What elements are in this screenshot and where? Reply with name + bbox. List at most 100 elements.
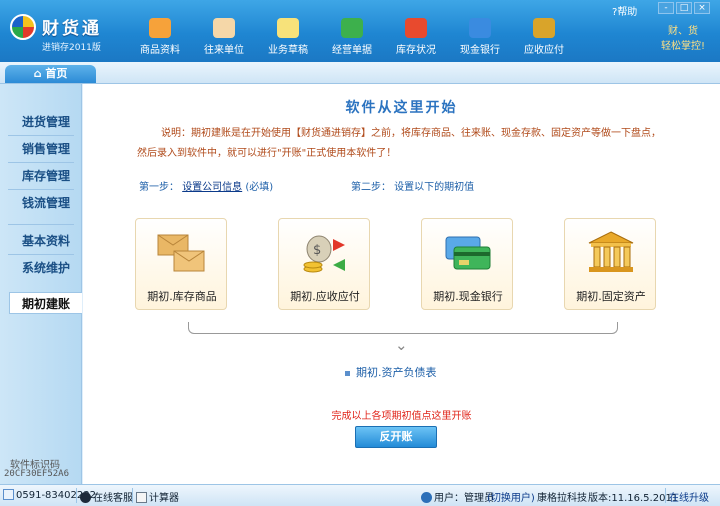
sidebar-divider (8, 135, 74, 136)
logo-name: 财货通 (42, 19, 102, 39)
topnav-item[interactable]: 业务草稿 (256, 14, 320, 58)
close-button[interactable]: × (694, 2, 710, 14)
topnav-item-label: 业务草稿 (268, 45, 308, 56)
sidebar-item-purchase[interactable]: 进货管理 (0, 111, 82, 133)
step-two: 第二步： 设置以下的期初值 (351, 182, 475, 193)
current-user: 用户：管理员 (421, 489, 494, 504)
topnav-item[interactable]: 经营单据 (320, 14, 384, 58)
opening-inventory-card[interactable]: 期初.库存商品 (135, 218, 227, 310)
sidebar-divider (8, 189, 74, 190)
sidebar-item-sales[interactable]: 销售管理 (0, 138, 82, 160)
product-icon (149, 18, 171, 38)
card-label: 期初.固定资产 (576, 290, 646, 303)
step-one: 第一步： 设置公司信息 (必填) (139, 178, 273, 193)
cardboard-boxes-icon (157, 234, 205, 272)
online-upgrade-link[interactable]: 在线升级 (669, 489, 709, 504)
topnav-item[interactable]: 应收应付 (512, 14, 576, 58)
sidebar-item-cashflow[interactable]: 钱流管理 (0, 192, 82, 214)
app-logo: 财货通 进销存2011版 (6, 8, 106, 54)
topnav-item[interactable]: 现金银行 (448, 14, 512, 58)
company-name: 康格拉科技 (537, 493, 587, 504)
tab-home[interactable]: ⌂ 首页 (5, 65, 96, 83)
status-divider (76, 488, 77, 503)
opening-fixed-assets-card[interactable]: 期初.固定资产 (564, 218, 656, 310)
bracket-connector (188, 322, 618, 334)
svg-text:$: $ (313, 243, 321, 258)
title-header: 财货通 进销存2011版 商品资料 往来单位 业务草稿 经营单据 库存状况 现金银行 应收应… (0, 0, 720, 62)
card-label: 期初.应收应付 (290, 290, 360, 303)
main-panel: 软件从这里开始 说明：期初建账是在开始使用【财货通进销存】之前，将库存商品、往来… (83, 84, 720, 484)
bullet-icon (345, 370, 350, 376)
calculator-text: 计算器 (149, 493, 179, 504)
sidebar-item-inventory[interactable]: 库存管理 (0, 165, 82, 187)
breadcrumb-bar: ⌂ 首页 (0, 62, 720, 84)
finish-instruction: 完成以上各项期初值点这里开账 (331, 411, 472, 422)
refresh-docs-icon (341, 18, 363, 38)
opening-receivables-card[interactable]: $ 期初.应收应付 (278, 218, 370, 310)
calculator-link[interactable]: 计算器 (136, 489, 179, 504)
topnav-item-label: 往来单位 (204, 45, 244, 56)
status-divider (132, 488, 133, 503)
description-line1: 说明：期初建账是在开始使用【财货通进销存】之前，将库存商品、往来账、现金存款、固… (161, 128, 661, 139)
down-arrow-icon: ⌄ (395, 336, 408, 354)
step-one-prefix: 第一步： (139, 182, 179, 193)
step-one-required: (必填) (245, 182, 274, 193)
bank-card-icon (469, 18, 491, 38)
topnav-item-label: 商品资料 (140, 45, 180, 56)
online-service-link[interactable]: 在线客服 (80, 489, 133, 504)
slogan: 财、货 轻松掌控! (655, 24, 711, 54)
bank-cards-icon (445, 236, 491, 270)
window-controls: - □ × (658, 2, 710, 14)
card-label: 期初.现金银行 (433, 290, 503, 303)
sidebar-item-system[interactable]: 系统维护 (0, 257, 82, 279)
status-divider (665, 488, 666, 503)
contact-person-icon (213, 18, 235, 38)
sidebar: 进货管理 销售管理 库存管理 钱流管理 基本资料 系统维护 期初建账 软件标识码… (0, 84, 82, 484)
help-label: 帮助 (617, 7, 638, 18)
page-title: 软件从这里开始 (345, 100, 458, 116)
warehouse-house-icon (405, 18, 427, 38)
topnav-item[interactable]: 商品资料 (128, 14, 192, 58)
description-line2: 然后录入到软件中，就可以进行"开账"正式使用本软件了！ (137, 148, 397, 159)
user-icon (421, 492, 432, 503)
company-info-link[interactable]: 设置公司信息 (182, 182, 242, 193)
topnav-item-label: 应收应付 (524, 45, 564, 56)
card-label: 期初.库存商品 (147, 290, 217, 303)
topnav-item[interactable]: 往来单位 (192, 14, 256, 58)
maximize-button[interactable]: □ (676, 2, 692, 14)
opening-cash-bank-card[interactable]: 期初.现金银行 (421, 218, 513, 310)
topnav-item-label: 现金银行 (460, 45, 500, 56)
open-accounts-button[interactable]: 反开账 (355, 426, 437, 448)
sidebar-divider (8, 224, 74, 225)
topnav-item-label: 经营单据 (332, 45, 372, 56)
switch-user-link[interactable]: (切换用户) (487, 489, 535, 504)
qq-penguin-icon (80, 492, 91, 503)
top-navigation: 商品资料 往来单位 业务草稿 经营单据 库存状况 现金银行 应收应付 (128, 14, 576, 60)
balance-sheet-link[interactable]: 期初.资产负债表 (345, 364, 437, 380)
user-prefix: 用户： (434, 493, 464, 504)
topnav-item[interactable]: 库存状况 (384, 14, 448, 58)
help-link[interactable]: ?帮助 (612, 3, 637, 18)
balance-sheet-label: 期初.资产负债表 (356, 366, 437, 379)
logo-subtitle: 进销存2011版 (42, 43, 101, 53)
sidebar-item-basic-data[interactable]: 基本资料 (0, 230, 82, 252)
status-bar: 0591-83402232 在线客服 计算器 用户：管理员 (切换用户) 康格拉… (0, 484, 720, 506)
home-icon: ⌂ (33, 67, 46, 80)
tab-home-label: 首页 (45, 67, 68, 80)
sidebar-item-opening-setup[interactable]: 期初建账 (9, 292, 82, 314)
calculator-icon (136, 492, 147, 503)
online-service-text: 在线客服 (93, 493, 133, 504)
logo-mark-icon (10, 14, 36, 40)
software-id-value: 20CF30EF52A6 (4, 469, 70, 479)
slogan-line1: 财、货 (668, 26, 698, 37)
sidebar-divider (8, 162, 74, 163)
topnav-item-label: 库存状况 (396, 45, 436, 56)
bank-building-icon (588, 231, 634, 272)
minimize-button[interactable]: - (658, 2, 674, 14)
phone-icon (3, 489, 14, 500)
slogan-line2: 轻松掌控! (660, 41, 705, 52)
money-bag-icon (533, 18, 555, 38)
money-exchange-icon: $ (303, 235, 345, 273)
draft-note-icon (277, 18, 299, 38)
sidebar-divider (8, 254, 74, 255)
